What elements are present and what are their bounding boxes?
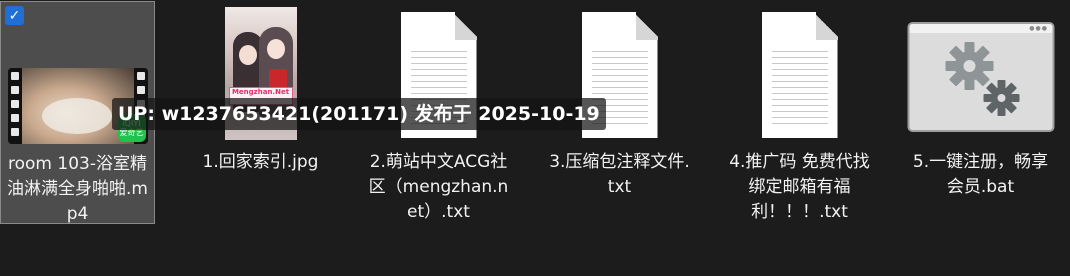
uploader-overlay: UP: w1237653421(201171) 发布于 2025-10-19 [112, 98, 606, 130]
file-name: 1.回家索引.jpg [202, 152, 319, 172]
film-strip-left [7, 68, 22, 144]
gears-icon [945, 42, 1019, 116]
file-item-txt-4[interactable]: 4.推广码 免费代找 绑定邮箱有福利！！！.txt [722, 0, 877, 240]
file-name: 4.推广码 免费代找 绑定邮箱有福利！！！.txt [729, 152, 870, 222]
file-name: 5.一键注册，畅享会员.bat [912, 152, 1049, 197]
text-document-icon [761, 12, 838, 138]
file-name: room 103-浴室精油淋满全身啪啪.mp4 [7, 154, 148, 224]
file-name: 3.压缩包注释文件.txt [549, 152, 690, 197]
file-name: 2.萌站中文ACG社区（mengzhan.net）.txt [368, 152, 509, 222]
file-item-bat[interactable]: ●●● 5.一键注册，畅享会员.bat [903, 0, 1058, 240]
checkmark-icon[interactable]: ✓ [5, 6, 24, 25]
batch-file-icon: ●●● [907, 22, 1054, 132]
